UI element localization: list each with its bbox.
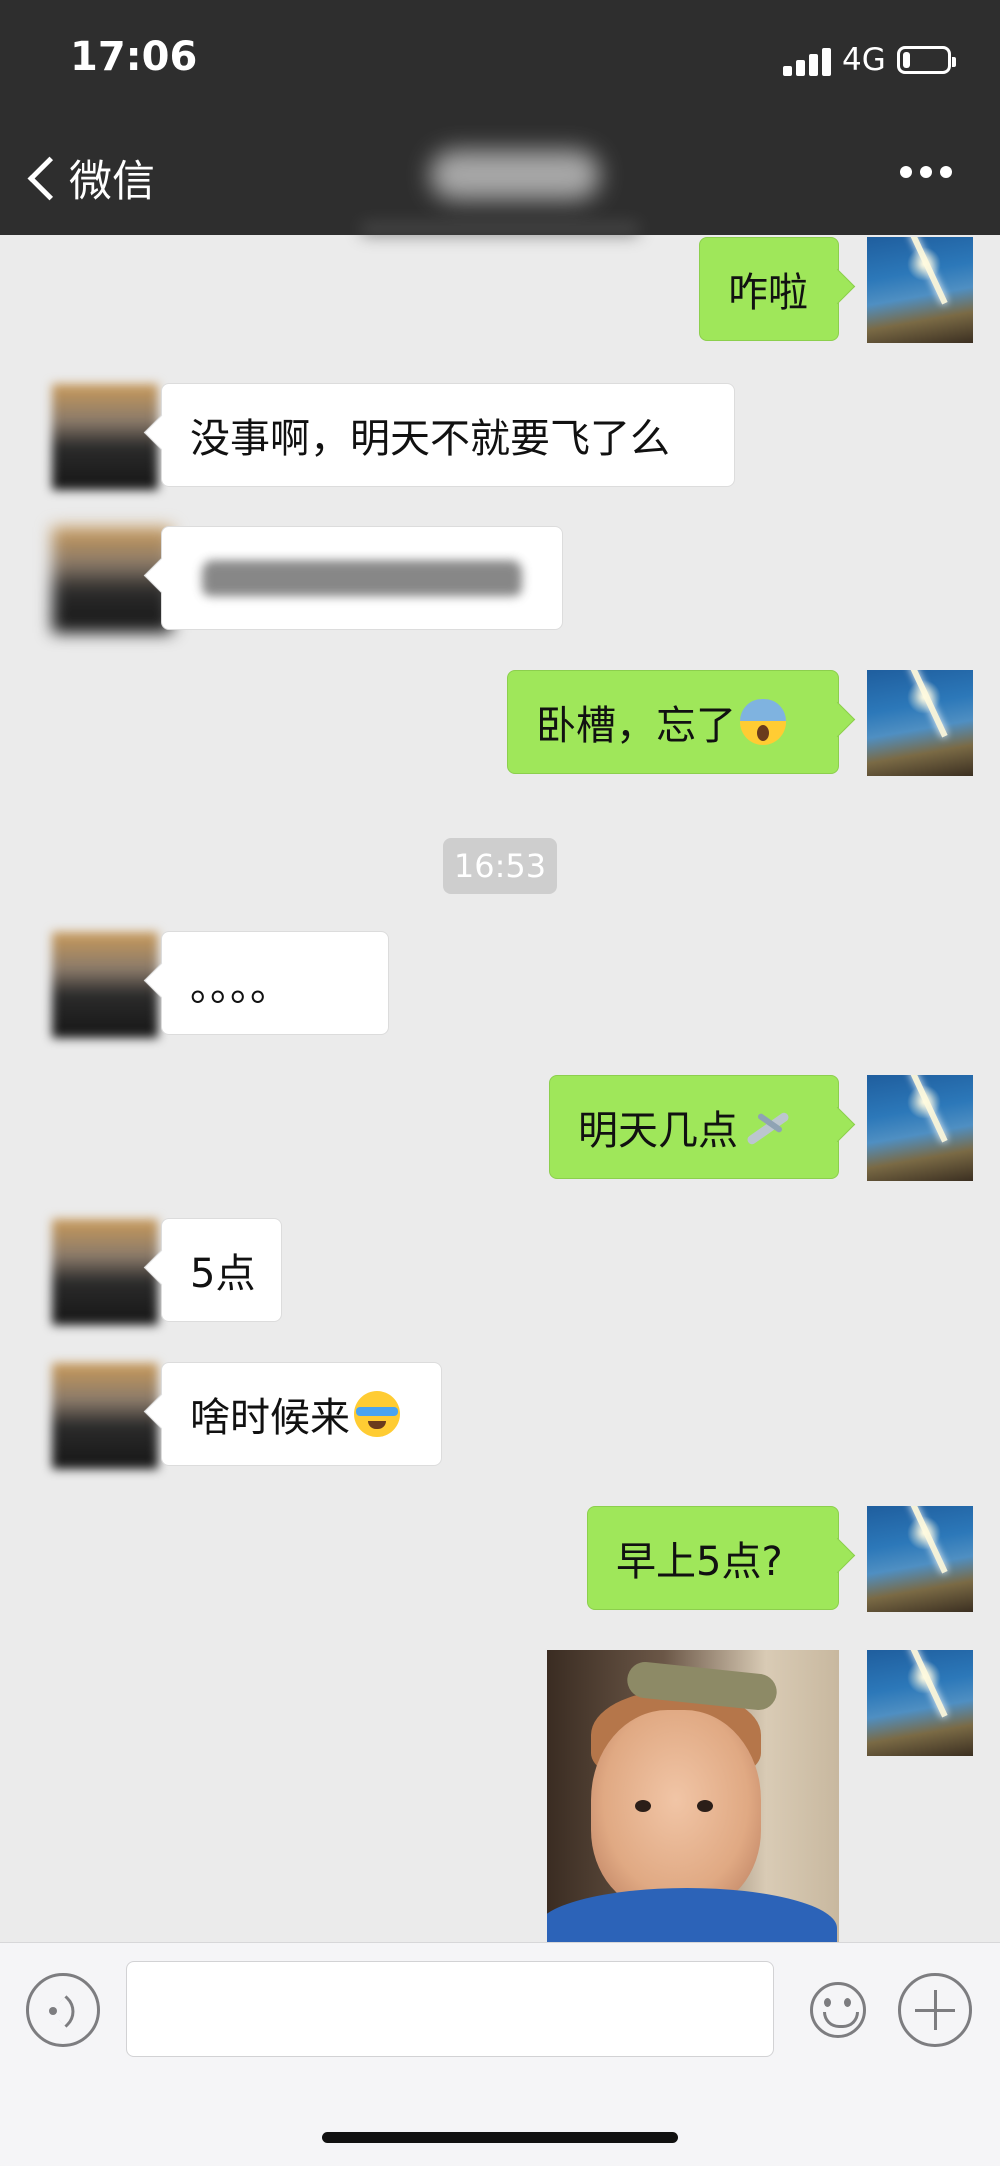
back-button[interactable]: 微信 <box>22 148 155 208</box>
self-avatar[interactable] <box>867 237 973 343</box>
message-text: 啥时候来 <box>190 1395 350 1441</box>
contact-avatar[interactable] <box>52 1363 158 1469</box>
contact-avatar[interactable] <box>52 384 158 490</box>
message-bubble-incoming[interactable]: 啥时候来 <box>161 1362 442 1466</box>
top-bar: 17:06 4G 微信 <box>0 0 1000 236</box>
contact-avatar[interactable] <box>52 932 158 1038</box>
chevron-left-icon <box>27 156 72 200</box>
voice-input-button[interactable] <box>26 1973 100 2047</box>
message-timestamp: 16:53 <box>443 838 557 894</box>
contact-avatar[interactable] <box>52 1219 158 1325</box>
title-blur-shadow <box>360 222 640 236</box>
message-text: 明天几点 <box>578 1108 738 1154</box>
message-text: 5点 <box>190 1251 256 1297</box>
more-options-button[interactable] <box>900 166 952 178</box>
message-bubble-outgoing[interactable]: 明天几点 <box>549 1075 839 1179</box>
message-text: 没事啊，明天不就要飞了么 <box>190 416 670 462</box>
face-screaming-icon <box>740 699 786 745</box>
more-functions-button[interactable] <box>898 1973 972 2047</box>
message-text: 卧槽，忘了 <box>536 703 736 749</box>
self-avatar[interactable] <box>867 670 973 776</box>
message-bubble-outgoing[interactable]: 卧槽，忘了 <box>507 670 839 774</box>
battery-icon <box>897 46 956 74</box>
back-label: 微信 <box>69 157 155 207</box>
message-text: 。。。。 <box>190 964 290 1010</box>
smiley-icon <box>810 1982 866 2038</box>
self-avatar[interactable] <box>867 1506 973 1612</box>
chat-input-bar <box>0 1942 1000 2166</box>
blurred-message-content <box>202 561 522 597</box>
self-avatar[interactable] <box>867 1075 973 1181</box>
message-text: 早上5点? <box>616 1539 783 1585</box>
loudly-crying-face-icon <box>354 1391 400 1437</box>
home-indicator <box>322 2132 678 2143</box>
network-type: 4G <box>842 42 886 78</box>
emoji-button[interactable] <box>801 1973 875 2047</box>
message-bubble-incoming-blurred[interactable] <box>161 526 563 630</box>
message-bubble-incoming[interactable]: 5点 <box>161 1218 282 1322</box>
signal-strength-icon <box>783 46 833 76</box>
message-bubble-incoming[interactable]: 没事啊，明天不就要飞了么 <box>161 383 735 487</box>
airplane-icon <box>742 1104 794 1150</box>
message-input[interactable] <box>126 1961 774 2057</box>
image-message[interactable] <box>547 1650 839 1942</box>
status-time: 17:06 <box>70 34 198 80</box>
message-bubble-outgoing[interactable]: 早上5点? <box>587 1506 839 1610</box>
message-bubble-outgoing[interactable]: 咋啦 <box>699 237 839 341</box>
chat-title-blurred <box>430 150 600 200</box>
self-avatar[interactable] <box>867 1650 973 1756</box>
message-text: 咋啦 <box>728 270 808 316</box>
message-bubble-incoming[interactable]: 。。。。 <box>161 931 389 1035</box>
